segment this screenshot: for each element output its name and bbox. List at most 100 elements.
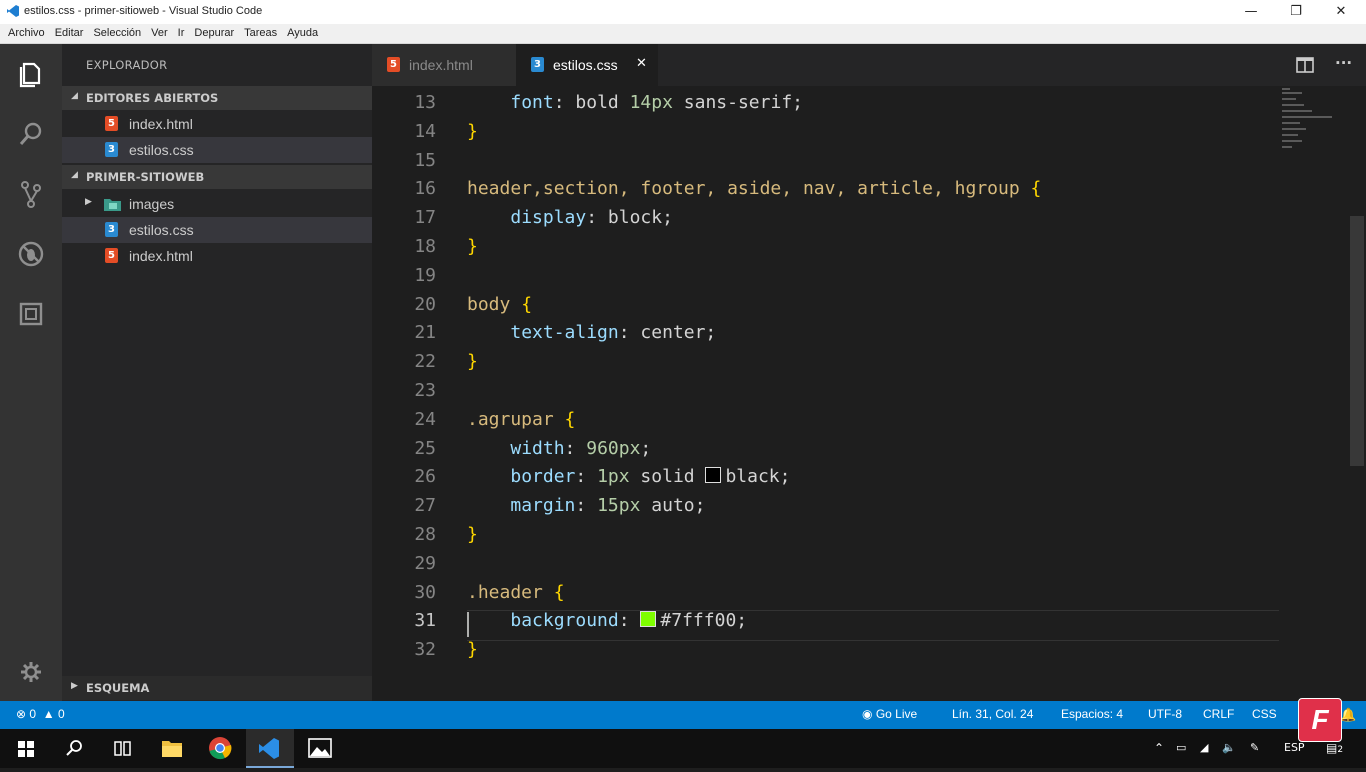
vertical-scrollbar[interactable]: [1350, 216, 1364, 466]
explorer-icon[interactable]: [13, 56, 49, 92]
tray-tool-icon[interactable]: ✎: [1250, 741, 1259, 754]
line-number: 31: [414, 610, 436, 632]
code-line: }: [467, 351, 478, 372]
line-number: 27: [414, 495, 436, 517]
debug-icon[interactable]: [13, 236, 49, 272]
taskbar-search-icon[interactable]: [50, 729, 98, 768]
problems-indicator[interactable]: ⊗ 0 ▲ 0: [16, 707, 65, 721]
code-line: text-align: center;: [467, 322, 716, 343]
code-token: body: [467, 293, 522, 315]
vscode-app-icon: [7, 5, 19, 17]
menu-seleccion[interactable]: Selección: [93, 24, 141, 42]
folder-section-header[interactable]: ◢ PRIMER-SITIOWEB: [62, 165, 372, 189]
action-center-icon[interactable]: ▤2: [1326, 741, 1343, 755]
code-editor[interactable]: 13 14 15 16 17 18 19 20 21 22 23 24 25 26 27 28 29 30 31 32…: [372, 86, 1366, 701]
photos-icon[interactable]: [296, 729, 344, 768]
tab-estilos-css[interactable]: 3 estilos.css ✕: [516, 44, 658, 86]
indentation-setting[interactable]: Espacios: 4: [1061, 707, 1123, 721]
code-line: header,section, footer, aside, nav, arti…: [467, 178, 1041, 199]
tray-device-icon[interactable]: ▭: [1176, 741, 1186, 754]
color-swatch[interactable]: [705, 467, 722, 484]
eol-setting[interactable]: CRLF: [1203, 707, 1234, 721]
code-line: }: [467, 121, 478, 142]
settings-gear-icon[interactable]: [13, 654, 49, 690]
tray-network-icon[interactable]: ◢: [1200, 741, 1208, 754]
tree-item-label: estilos.css: [129, 222, 194, 238]
menu-depurar[interactable]: Depurar: [194, 24, 234, 42]
more-actions-icon[interactable]: ···: [1335, 54, 1352, 72]
outline-section-header[interactable]: ▶ ESQUEMA: [62, 676, 372, 700]
encoding-setting[interactable]: UTF-8: [1148, 707, 1182, 721]
activity-bar: [0, 44, 62, 701]
status-bar: ⊗ 0 ▲ 0 ◉ Go Live Lín. 31, Col. 24 Espac…: [0, 701, 1366, 729]
editor-tab-bar: 5 index.html 3 estilos.css ✕ ···: [372, 44, 1366, 86]
tree-item-estilos-css[interactable]: 3 estilos.css: [62, 217, 372, 243]
minimap[interactable]: [1277, 86, 1347, 166]
search-icon[interactable]: [13, 116, 49, 152]
maximize-button[interactable]: ❐: [1273, 2, 1319, 22]
tree-item-images-folder[interactable]: ▶ images: [62, 191, 372, 217]
windows-start-icon[interactable]: [2, 729, 50, 768]
code-token: : center;: [618, 322, 717, 344]
code-token: }: [467, 524, 478, 545]
notifications-bell-icon[interactable]: 🔔: [1340, 707, 1356, 723]
color-swatch[interactable]: [640, 611, 657, 628]
language-mode[interactable]: CSS: [1252, 707, 1277, 721]
code-token: :: [575, 466, 598, 488]
open-editor-item-estilos-css[interactable]: 3 estilos.css: [62, 137, 372, 163]
line-number: 20: [414, 293, 436, 315]
code-token: {: [553, 581, 565, 603]
extensions-icon[interactable]: [13, 296, 49, 332]
tab-index-html[interactable]: 5 index.html: [372, 44, 516, 86]
html5-file-icon: 5: [105, 248, 118, 263]
task-view-icon[interactable]: [98, 729, 146, 768]
menu-tareas[interactable]: Tareas: [244, 24, 277, 42]
chrome-icon[interactable]: [196, 729, 244, 768]
code-token: }: [467, 120, 478, 142]
open-editors-label: EDITORES ABIERTOS: [86, 91, 219, 105]
menu-ir[interactable]: Ir: [178, 24, 185, 42]
code-token: display: [510, 207, 587, 229]
close-window-button[interactable]: ✕: [1318, 2, 1364, 22]
line-number: 30: [414, 581, 436, 603]
code-token: background: [510, 610, 619, 632]
tree-item-label: images: [129, 196, 175, 212]
code-token: .header: [467, 581, 554, 603]
code-line: border: 1px solid black;: [467, 466, 790, 487]
vscode-taskbar-icon[interactable]: [246, 729, 294, 768]
code-token: width: [510, 437, 565, 459]
windows-taskbar: ⌃ ▭ ◢ 🔈 ✎ ESP ▤2: [0, 729, 1366, 768]
title-bar: estilos.css - primer-sitioweb - Visual S…: [0, 0, 1366, 24]
line-number: 15: [414, 149, 436, 171]
close-tab-icon[interactable]: ✕: [636, 56, 647, 71]
code-token: header,section, footer, aside, nav, arti…: [467, 178, 1031, 200]
tree-item-index-html[interactable]: 5 index.html: [62, 243, 372, 269]
minimize-button[interactable]: —: [1228, 2, 1274, 22]
tray-language[interactable]: ESP: [1284, 741, 1305, 754]
code-line: width: 960px;: [467, 438, 651, 459]
code-token: black;: [725, 466, 791, 488]
images-folder-icon: [104, 199, 121, 211]
source-control-icon[interactable]: [13, 176, 49, 212]
code-token: }: [467, 351, 478, 373]
menu-bar: Archivo Editar Selección Ver Ir Depurar …: [0, 24, 1366, 44]
tray-volume-icon[interactable]: 🔈: [1222, 741, 1236, 754]
open-editor-item-index-html[interactable]: 5 index.html: [62, 111, 372, 137]
go-live-button[interactable]: ◉ Go Live: [862, 707, 917, 721]
tray-chevron-icon[interactable]: ⌃: [1154, 741, 1164, 755]
menu-archivo[interactable]: Archivo: [8, 24, 45, 42]
css3-file-icon: 3: [105, 142, 118, 157]
css3-file-icon: 3: [105, 222, 118, 237]
open-editors-section-header[interactable]: ◢ EDITORES ABIERTOS: [62, 86, 372, 110]
code-token: {: [1030, 178, 1042, 200]
menu-editar[interactable]: Editar: [55, 24, 84, 42]
cursor-position[interactable]: Lín. 31, Col. 24: [952, 707, 1033, 721]
menu-ver[interactable]: Ver: [151, 24, 168, 42]
expanded-chevron-icon: ◢: [71, 91, 78, 101]
menu-ayuda[interactable]: Ayuda: [287, 24, 318, 42]
code-line: background: #7fff00;: [467, 610, 747, 631]
file-explorer-icon[interactable]: [148, 729, 196, 768]
line-number: 21: [414, 322, 436, 344]
split-editor-icon[interactable]: [1296, 57, 1314, 73]
